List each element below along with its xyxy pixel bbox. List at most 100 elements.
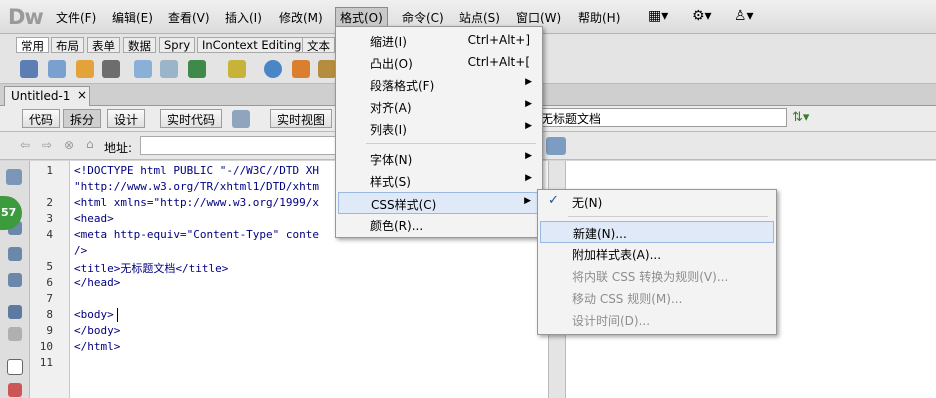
menu-item-align[interactable]: 对齐(A) ▶ [338, 96, 540, 118]
widget-icon[interactable] [264, 60, 282, 78]
live-code-button[interactable]: 实时代码 [160, 109, 223, 128]
anchor-icon[interactable] [76, 60, 94, 78]
submenu-arrow-icon: ▶ [524, 196, 531, 206]
document-tab-label: Untitled-1 [11, 89, 71, 103]
menu-item-none[interactable]: ✓ 无(N) [540, 191, 774, 213]
line-number: 6 [46, 276, 53, 289]
split-view-button[interactable]: 拆分 [63, 109, 102, 128]
menu-item-new[interactable]: 新建(N)... [540, 221, 774, 243]
submenu-arrow-icon: ▶ [525, 121, 532, 131]
menu-item-move-css-rules[interactable]: 移动 CSS 规则(M)... [540, 287, 774, 309]
open-documents-icon[interactable] [6, 169, 22, 185]
menu-site[interactable]: 站点(S) [459, 9, 500, 26]
select-parent-tag-icon[interactable] [8, 305, 22, 319]
code-line: <!DOCTYPE html PUBLIC "-//W3C//DTD XH [74, 164, 320, 177]
inspect-icon[interactable] [232, 110, 250, 128]
menu-insert[interactable]: 插入(I) [225, 9, 262, 26]
menu-item-font[interactable]: 字体(N) ▶ [338, 148, 540, 170]
email-icon[interactable] [48, 60, 66, 78]
line-numbers-icon[interactable] [7, 359, 23, 375]
menu-item-label: 凸出(O) [370, 57, 413, 71]
menu-item-css-styles[interactable]: CSS样式(C) ▶ [338, 192, 540, 214]
menu-item-label: 将内联 CSS 转换为规则(V)... [572, 270, 729, 284]
div-icon[interactable] [160, 60, 178, 78]
menu-commands[interactable]: 命令(C) [402, 9, 444, 26]
tab-spry[interactable]: Spry [159, 37, 196, 53]
tab-forms[interactable]: 表单 [87, 37, 120, 53]
menu-format[interactable]: 格式(O) [335, 7, 388, 28]
menu-item-attach-stylesheet[interactable]: 附加样式表(A)... [540, 243, 774, 265]
file-management-icon[interactable]: ⇅▾ [792, 110, 809, 125]
menu-item-outdent[interactable]: 凸出(O) Ctrl+Alt+[ [338, 52, 540, 74]
submenu-arrow-icon: ▶ [525, 173, 532, 183]
menu-item-label: 列表(I) [370, 123, 407, 137]
visual-aids-icon[interactable] [546, 137, 566, 155]
tab-data[interactable]: 数据 [123, 37, 156, 53]
title-field[interactable]: 无标题文档 [536, 108, 787, 127]
stop-icon[interactable]: ⊗ [64, 138, 74, 152]
menu-view[interactable]: 查看(V) [168, 9, 210, 26]
menu-item-style[interactable]: 样式(S) ▶ [338, 170, 540, 192]
menu-help[interactable]: 帮助(H) [578, 9, 620, 26]
menu-modify[interactable]: 修改(M) [279, 9, 323, 26]
balance-braces-icon[interactable] [8, 327, 22, 341]
address-input[interactable] [140, 136, 340, 155]
menu-item-paragraph-format[interactable]: 段落格式(F) ▶ [338, 74, 540, 96]
menu-item-color[interactable]: 颜色(R)... [338, 214, 540, 236]
tab-incontext[interactable]: InContext Editing [197, 37, 307, 53]
back-icon[interactable]: ⇦ [20, 138, 30, 152]
line-number: 5 [46, 260, 53, 273]
layout-icon[interactable]: ▦▾ [648, 8, 668, 24]
expand-all-icon[interactable] [8, 273, 22, 287]
highlight-invalid-icon[interactable] [8, 383, 22, 397]
gear-icon[interactable]: ⚙▾ [692, 8, 712, 24]
menu-item-label: 样式(S) [370, 175, 411, 189]
menu-item-label: 字体(N) [370, 153, 413, 167]
image-icon[interactable] [188, 60, 206, 78]
tab-layout[interactable]: 布局 [51, 37, 84, 53]
line-number: 1 [46, 164, 53, 177]
menu-separator [366, 143, 536, 144]
menu-edit[interactable]: 编辑(E) [112, 9, 153, 26]
collapse-selection-icon[interactable] [8, 247, 22, 261]
tab-text[interactable]: 文本 [302, 37, 335, 53]
submenu-arrow-icon: ▶ [525, 77, 532, 87]
menu-item-label: 移动 CSS 规则(M)... [572, 292, 683, 306]
code-line: <html xmlns="http://www.w3.org/1999/x [74, 196, 320, 209]
line-number: 4 [46, 228, 53, 241]
design-view-button[interactable]: 设计 [107, 109, 146, 128]
menu-file[interactable]: 文件(F) [56, 9, 96, 26]
forward-icon[interactable]: ⇨ [42, 138, 52, 152]
live-view-button[interactable]: 实时视图 [270, 109, 333, 128]
menu-item-list[interactable]: 列表(I) ▶ [338, 118, 540, 140]
line-number: 11 [39, 356, 53, 369]
media-icon[interactable] [228, 60, 246, 78]
menu-item-label: 颜色(R)... [370, 219, 424, 233]
table-icon[interactable] [134, 60, 152, 78]
text-cursor [117, 308, 118, 322]
site-icon[interactable]: ♙▾ [734, 8, 754, 24]
close-icon[interactable]: × [77, 88, 87, 102]
address-label: 地址: [104, 141, 133, 155]
menu-item-indent[interactable]: 缩进(I) Ctrl+Alt+] [338, 30, 540, 52]
hyperlink-icon[interactable] [20, 60, 38, 78]
code-line: </head> [74, 276, 121, 289]
code-line: <title>无标题文档</title> [74, 262, 229, 275]
app-logo: Dw [8, 5, 44, 29]
code-line: /> [74, 244, 88, 257]
code-line: <head> [74, 212, 114, 225]
code-view-button[interactable]: 代码 [22, 109, 61, 128]
menu-item-design-time[interactable]: 设计时间(D)... [540, 309, 774, 331]
home-icon[interactable]: ⌂ [86, 137, 94, 151]
hr-icon[interactable] [102, 60, 120, 78]
code-line: <body> [74, 308, 114, 321]
menu-window[interactable]: 窗口(W) [516, 9, 561, 26]
menu-item-convert-inline-css[interactable]: 将内联 CSS 转换为规则(V)... [540, 265, 774, 287]
document-tab[interactable]: Untitled-1 × [4, 86, 90, 106]
menu-item-label: 段落格式(F) [370, 79, 435, 93]
line-number: 10 [39, 340, 53, 353]
server-include-icon[interactable] [318, 60, 336, 78]
tab-common[interactable]: 常用 [16, 37, 49, 53]
format-menu: 缩进(I) Ctrl+Alt+] 凸出(O) Ctrl+Alt+[ 段落格式(F) ▶… [335, 26, 543, 238]
date-icon[interactable] [292, 60, 310, 78]
